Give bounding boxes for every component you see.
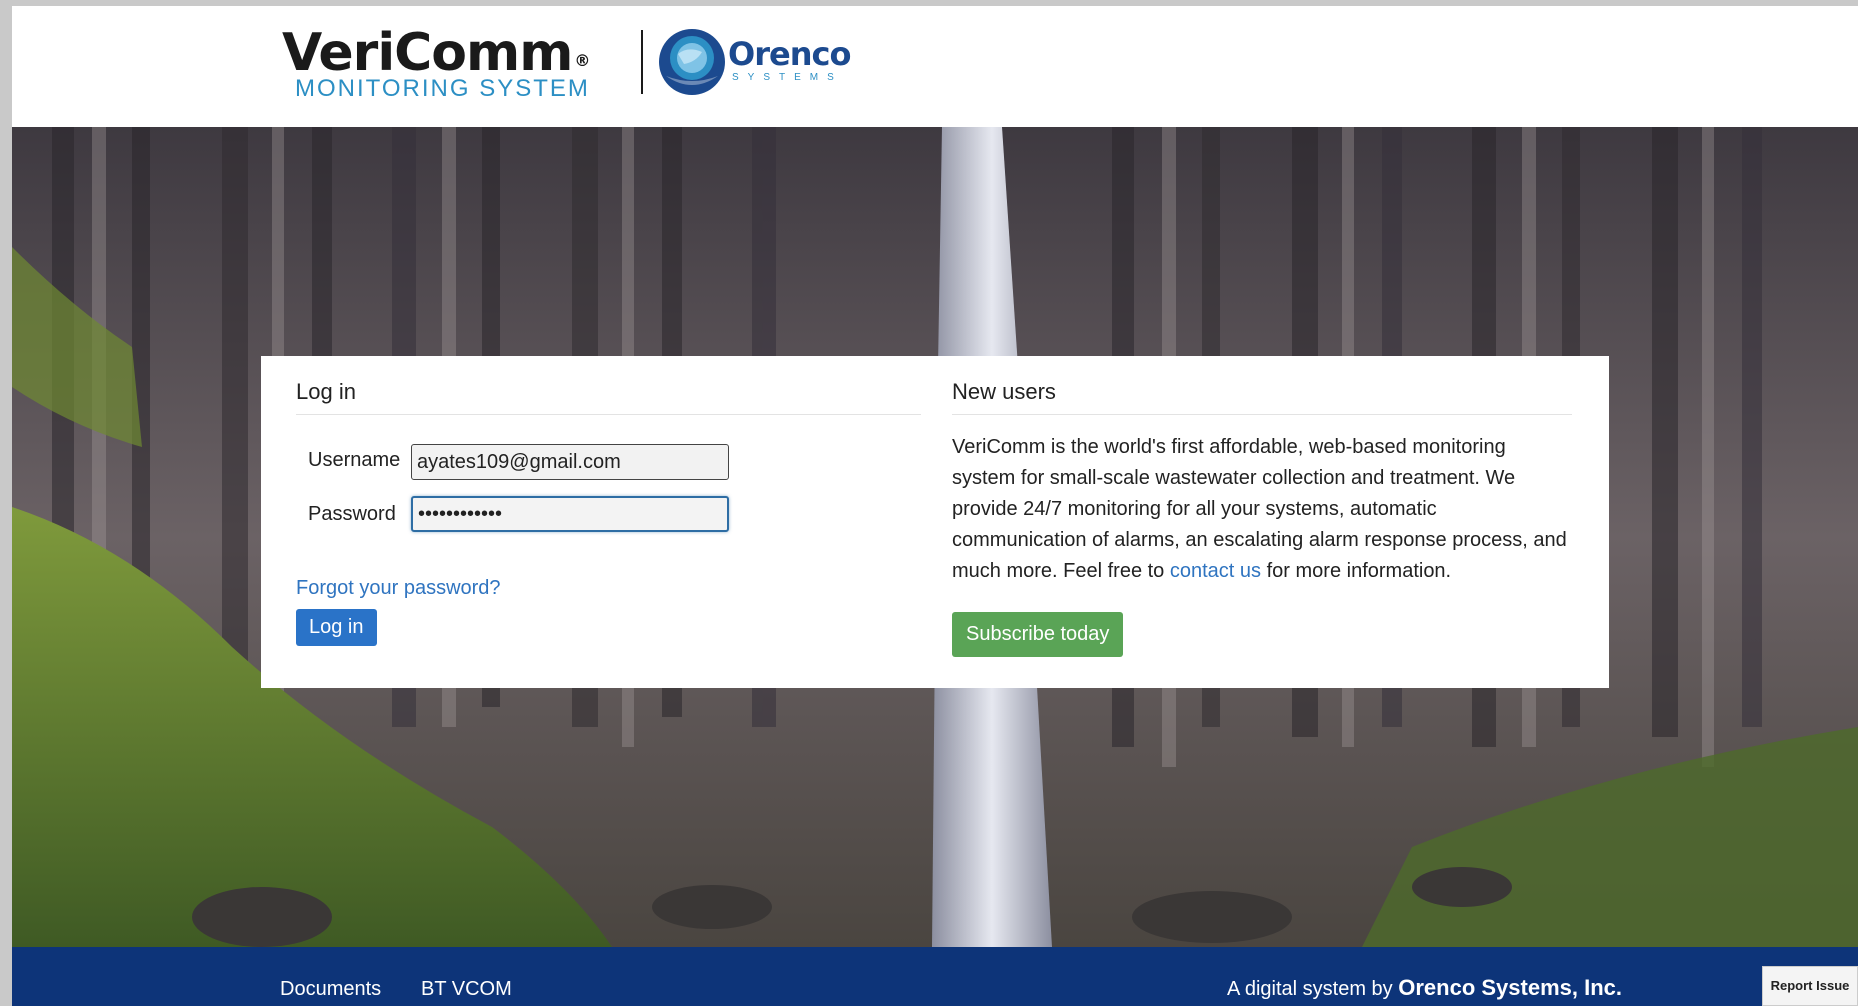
login-card: Log in Username Password Forgot your pas… bbox=[261, 356, 1609, 688]
subscribe-button[interactable]: Subscribe today bbox=[952, 612, 1124, 657]
page: VeriComm ® MONITORING SYSTEM Orenco SYSTE… bbox=[12, 6, 1858, 1006]
report-issue-button[interactable]: Report Issue bbox=[1762, 966, 1858, 1006]
vericomm-logo[interactable]: VeriComm ® MONITORING SYSTEM bbox=[282, 24, 652, 108]
contact-us-link[interactable]: contact us bbox=[1170, 560, 1261, 582]
username-field[interactable] bbox=[411, 444, 729, 480]
orenco-logo[interactable]: Orenco SYSTEMS bbox=[658, 28, 868, 98]
login-title: Log in bbox=[296, 379, 356, 404]
new-users-title: New users bbox=[952, 379, 1056, 404]
password-label: Password bbox=[308, 503, 396, 525]
footer-link-bt-vcom[interactable]: BT VCOM bbox=[421, 977, 512, 1001]
new-users-divider bbox=[952, 414, 1572, 415]
globe-icon bbox=[659, 29, 725, 95]
new-users-description: VeriComm is the world's first affordable… bbox=[952, 436, 1567, 582]
orenco-logo-title: Orenco bbox=[728, 35, 851, 73]
login-divider bbox=[296, 414, 921, 415]
orenco-logo-subtitle: SYSTEMS bbox=[732, 72, 843, 83]
company-name: Orenco Systems, Inc. bbox=[1398, 975, 1622, 1000]
footer: Documents BT VCOM A digital system by Or… bbox=[12, 947, 1858, 1006]
vericomm-logo-subtitle: MONITORING SYSTEM bbox=[295, 75, 590, 102]
username-label: Username bbox=[308, 449, 401, 471]
footer-credit: A digital system by Orenco Systems, Inc. bbox=[1227, 975, 1622, 1000]
footer-link-documents[interactable]: Documents bbox=[280, 977, 381, 1001]
login-button[interactable]: Log in bbox=[296, 609, 377, 646]
password-field[interactable] bbox=[411, 496, 729, 532]
header: VeriComm ® MONITORING SYSTEM Orenco SYSTE… bbox=[12, 6, 1858, 126]
forgot-password-link[interactable]: Forgot your password? bbox=[296, 576, 501, 600]
logo-divider bbox=[641, 30, 643, 94]
